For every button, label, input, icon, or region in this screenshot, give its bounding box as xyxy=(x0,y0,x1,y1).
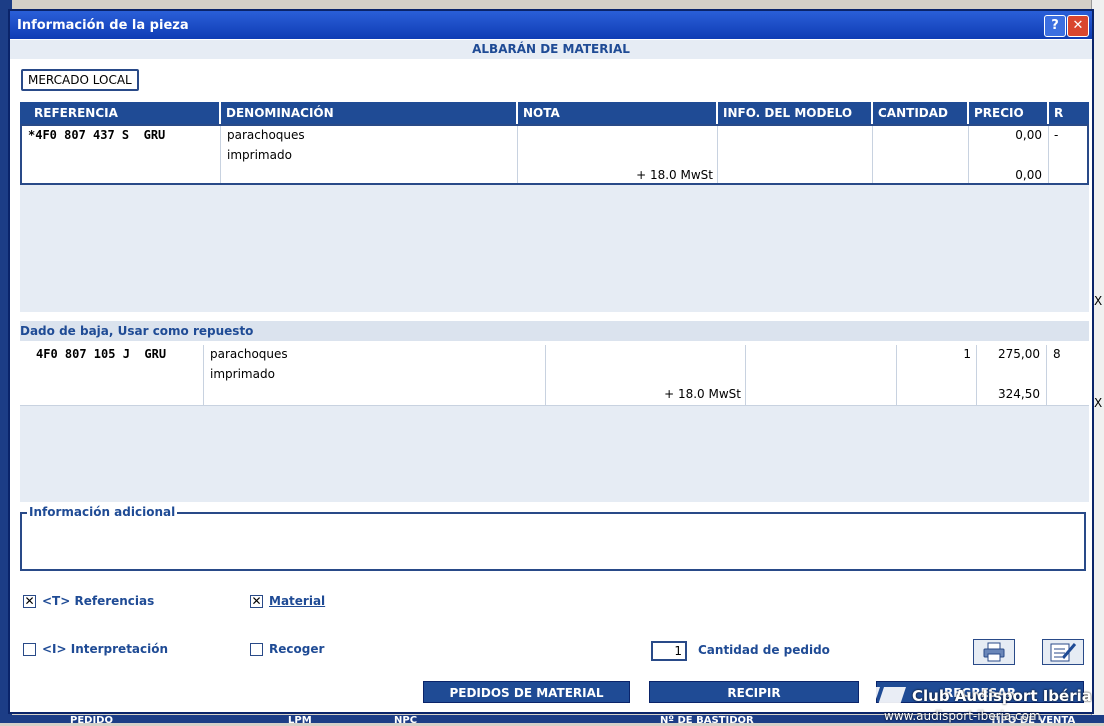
cell-note: + 18.0 MwSt xyxy=(546,345,746,405)
table-header: REFERENCIA DENOMINACIÓN NOTA INFO. DEL M… xyxy=(20,102,1089,124)
interpretation-option[interactable]: <I> Interpretación xyxy=(23,642,168,656)
r-value: 8 xyxy=(1053,347,1061,361)
table-empty-area xyxy=(20,185,1089,312)
column-header-model-info: INFO. DEL MODELO xyxy=(718,102,873,124)
reference-value: 4F0 807 105 J GRU xyxy=(36,347,167,361)
part-info-dialog: Información de la pieza ? ✕ ALBARÁN DE M… xyxy=(8,9,1094,723)
column-header-price: PRECIO xyxy=(969,102,1049,124)
name-line: parachoques xyxy=(210,347,288,361)
r-value: - xyxy=(1054,128,1059,142)
table-empty-area xyxy=(20,406,1089,502)
note-value: + 18.0 MwSt xyxy=(664,387,741,401)
interpretation-label: <I> Interpretación xyxy=(42,642,169,656)
reference-value: *4F0 807 437 S GRU xyxy=(28,128,166,142)
name-line: parachoques xyxy=(227,128,305,142)
order-quantity-label: Cantidad de pedido xyxy=(698,643,830,657)
cell-name: parachoques imprimado xyxy=(204,345,546,405)
help-button[interactable]: ? xyxy=(1044,15,1066,37)
background-x-mark: X xyxy=(1094,396,1103,410)
table-row[interactable]: *4F0 807 437 S GRU parachoques imprimado… xyxy=(20,124,1089,185)
dialog-titlebar[interactable]: Información de la pieza ? ✕ xyxy=(10,11,1092,39)
material-orders-button[interactable]: PEDIDOS DE MATERIAL xyxy=(423,681,630,703)
strip-label: NPC xyxy=(394,715,418,726)
receive-button[interactable]: RECIPIR xyxy=(649,681,859,703)
background-x-mark: X xyxy=(1094,294,1103,308)
section-title-replacement: Dado de baja, Usar como repuesto xyxy=(20,321,1089,341)
strip-label: LPM xyxy=(288,715,312,726)
quantity-value: 1 xyxy=(963,347,971,361)
cell-r: - xyxy=(1049,126,1087,183)
references-label: <T> Referencias xyxy=(42,594,155,608)
collect-label: Recoger xyxy=(269,642,325,656)
cell-quantity xyxy=(873,126,969,183)
name-line: imprimado xyxy=(210,367,275,381)
column-header-name: DENOMINACIÓN xyxy=(221,102,518,124)
price-value: 0,00 xyxy=(1015,128,1042,142)
watermark-text: Club Audisport Ibéria xyxy=(912,687,1092,705)
column-header-note: NOTA xyxy=(518,102,718,124)
cell-reference: 4F0 807 105 J GRU xyxy=(20,345,204,405)
additional-info-legend: Información adicional xyxy=(27,505,178,519)
interpretation-checkbox[interactable] xyxy=(23,642,36,656)
price-total-value: 0,00 xyxy=(1015,168,1042,182)
column-header-quantity: CANTIDAD xyxy=(873,102,969,124)
references-checkbox[interactable] xyxy=(23,594,36,608)
table-row[interactable]: 4F0 807 105 J GRU parachoques imprimado … xyxy=(20,345,1089,406)
material-option[interactable]: Material xyxy=(250,594,325,608)
note-value: + 18.0 MwSt xyxy=(636,168,713,182)
name-line: imprimado xyxy=(227,148,292,162)
collect-checkbox[interactable] xyxy=(250,642,263,656)
cell-price: 275,00 324,50 xyxy=(977,345,1047,405)
strip-label: Nº DE BASTIDOR xyxy=(660,715,754,726)
print-button[interactable] xyxy=(973,639,1015,665)
additional-info-box[interactable] xyxy=(20,512,1086,571)
cell-r: 8 xyxy=(1047,345,1089,405)
edit-button[interactable] xyxy=(1042,639,1084,665)
cell-quantity: 1 xyxy=(897,345,977,405)
cell-model-info xyxy=(746,345,897,405)
material-label: Material xyxy=(269,594,326,608)
cell-reference: *4F0 807 437 S GRU xyxy=(22,126,221,183)
collect-option[interactable]: Recoger xyxy=(250,642,324,656)
close-button[interactable]: ✕ xyxy=(1067,15,1089,37)
cell-name: parachoques imprimado xyxy=(221,126,518,183)
printer-icon xyxy=(983,642,1005,662)
references-option[interactable]: <T> Referencias xyxy=(23,594,154,608)
cell-price: 0,00 0,00 xyxy=(969,126,1049,183)
watermark-logo xyxy=(866,687,906,705)
column-header-r: R xyxy=(1054,106,1064,120)
column-header-reference: REFERENCIA xyxy=(20,102,221,124)
cell-model-info xyxy=(718,126,873,183)
order-quantity-input[interactable]: 1 xyxy=(651,641,687,661)
document-title: ALBARÁN DE MATERIAL xyxy=(10,40,1092,59)
dialog-title: Información de la pieza xyxy=(17,18,189,33)
price-value: 275,00 xyxy=(998,347,1040,361)
strip-label: PEDIDO xyxy=(70,715,113,726)
edit-notepad-icon xyxy=(1050,643,1077,662)
cell-note: + 18.0 MwSt xyxy=(518,126,718,183)
price-total-value: 324,50 xyxy=(998,387,1040,401)
watermark-url: www.audisport-iberia.com xyxy=(884,709,1041,723)
material-checkbox[interactable] xyxy=(250,594,263,608)
market-button[interactable]: MERCADO LOCAL xyxy=(21,69,139,91)
